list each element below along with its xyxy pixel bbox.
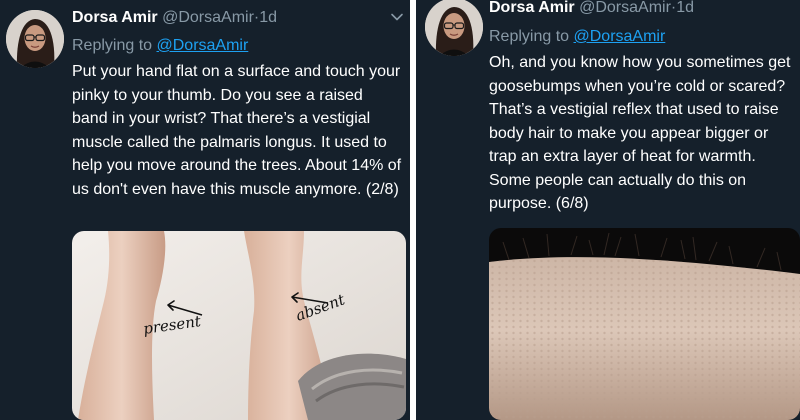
avatar-portrait-icon bbox=[425, 0, 483, 56]
tweet-header: Dorsa Amir @DorsaAmir·1d bbox=[72, 8, 277, 28]
avatar[interactable] bbox=[6, 10, 64, 68]
wrists-photo: present absent bbox=[72, 231, 406, 420]
author-handle[interactable]: @DorsaAmir bbox=[162, 9, 254, 26]
goosebumps-photo bbox=[489, 228, 800, 420]
replying-prefix: Replying to bbox=[72, 37, 153, 54]
replying-to: Replying to @DorsaAmir bbox=[72, 36, 248, 56]
tweet-card-left: Dorsa Amir @DorsaAmir·1d Replying to @Do… bbox=[0, 0, 410, 420]
avatar[interactable] bbox=[425, 0, 483, 56]
tweet-timestamp[interactable]: 1d bbox=[676, 0, 694, 16]
tweet-image-wrists[interactable]: present absent bbox=[72, 231, 406, 420]
avatar-portrait-icon bbox=[6, 10, 64, 68]
replying-prefix: Replying to bbox=[489, 28, 570, 45]
tweet-timestamp[interactable]: 1d bbox=[259, 9, 277, 26]
author-handle[interactable]: @DorsaAmir bbox=[579, 0, 671, 16]
tweet-text: Put your hand flat on a surface and touc… bbox=[72, 63, 402, 198]
tweet-card-right: Dorsa Amir @DorsaAmir·1d Replying to @Do… bbox=[416, 0, 800, 420]
tweet-header: Dorsa Amir @DorsaAmir·1d bbox=[489, 0, 694, 18]
replying-to: Replying to @DorsaAmir bbox=[489, 27, 665, 47]
tweet-text: Oh, and you know how you sometimes get g… bbox=[489, 54, 791, 212]
tweet-image-goosebumps[interactable] bbox=[489, 228, 800, 420]
replying-to-mention[interactable]: @DorsaAmir bbox=[157, 37, 249, 54]
replying-to-mention[interactable]: @DorsaAmir bbox=[574, 28, 666, 45]
author-name[interactable]: Dorsa Amir bbox=[72, 9, 158, 26]
author-name[interactable]: Dorsa Amir bbox=[489, 0, 575, 16]
chevron-down-icon[interactable] bbox=[390, 10, 404, 24]
